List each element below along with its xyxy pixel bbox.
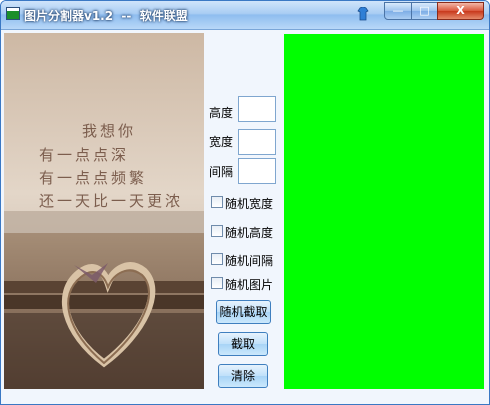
maximize-icon: □	[419, 4, 430, 17]
close-button[interactable]: X	[437, 2, 484, 20]
random-height-checkbox[interactable]	[211, 225, 223, 237]
crop-button[interactable]: 截取	[218, 332, 268, 356]
minimize-button[interactable]: —	[384, 2, 412, 20]
app-window: 图片分割器v1.2 -- 软件联盟 — □ X 我想你 有一点点深 有一点点频繁…	[0, 0, 490, 405]
poem-line-4: 还一天比一天更浓	[39, 192, 184, 210]
random-image-checkbox[interactable]	[211, 277, 223, 289]
app-icon	[6, 7, 20, 20]
poem-line-2: 有一点点深	[39, 146, 130, 164]
random-gap-checkbox[interactable]	[211, 253, 223, 265]
random-crop-button[interactable]: 随机截取	[216, 300, 271, 324]
height-input[interactable]	[238, 96, 276, 122]
gap-input[interactable]	[238, 158, 276, 184]
close-icon: X	[456, 4, 465, 17]
minimize-icon: —	[392, 4, 404, 17]
random-width-checkbox[interactable]	[211, 196, 223, 208]
source-image: 我想你 有一点点深 有一点点频繁 还一天比一天更浓	[4, 33, 204, 389]
photo-illustration	[4, 33, 204, 389]
maximize-button[interactable]: □	[411, 2, 438, 20]
skin-icon[interactable]	[357, 7, 369, 21]
gap-label: 间隔	[209, 165, 234, 179]
height-label: 高度	[209, 106, 234, 120]
random-width-label[interactable]: 随机宽度	[225, 195, 273, 212]
preview-panel	[284, 34, 484, 389]
clear-button[interactable]: 清除	[218, 364, 268, 388]
random-height-label[interactable]: 随机高度	[225, 224, 273, 241]
window-title: 图片分割器v1.2 -- 软件联盟	[24, 9, 188, 23]
random-gap-label[interactable]: 随机间隔	[225, 252, 273, 269]
random-image-label[interactable]: 随机图片	[225, 276, 273, 293]
title-bar[interactable]: 图片分割器v1.2 -- 软件联盟 — □ X	[1, 1, 489, 30]
width-label: 宽度	[209, 135, 234, 149]
poem-line-1: 我想你	[82, 122, 137, 140]
width-input[interactable]	[238, 129, 276, 155]
poem-line-3: 有一点点频繁	[39, 169, 148, 187]
